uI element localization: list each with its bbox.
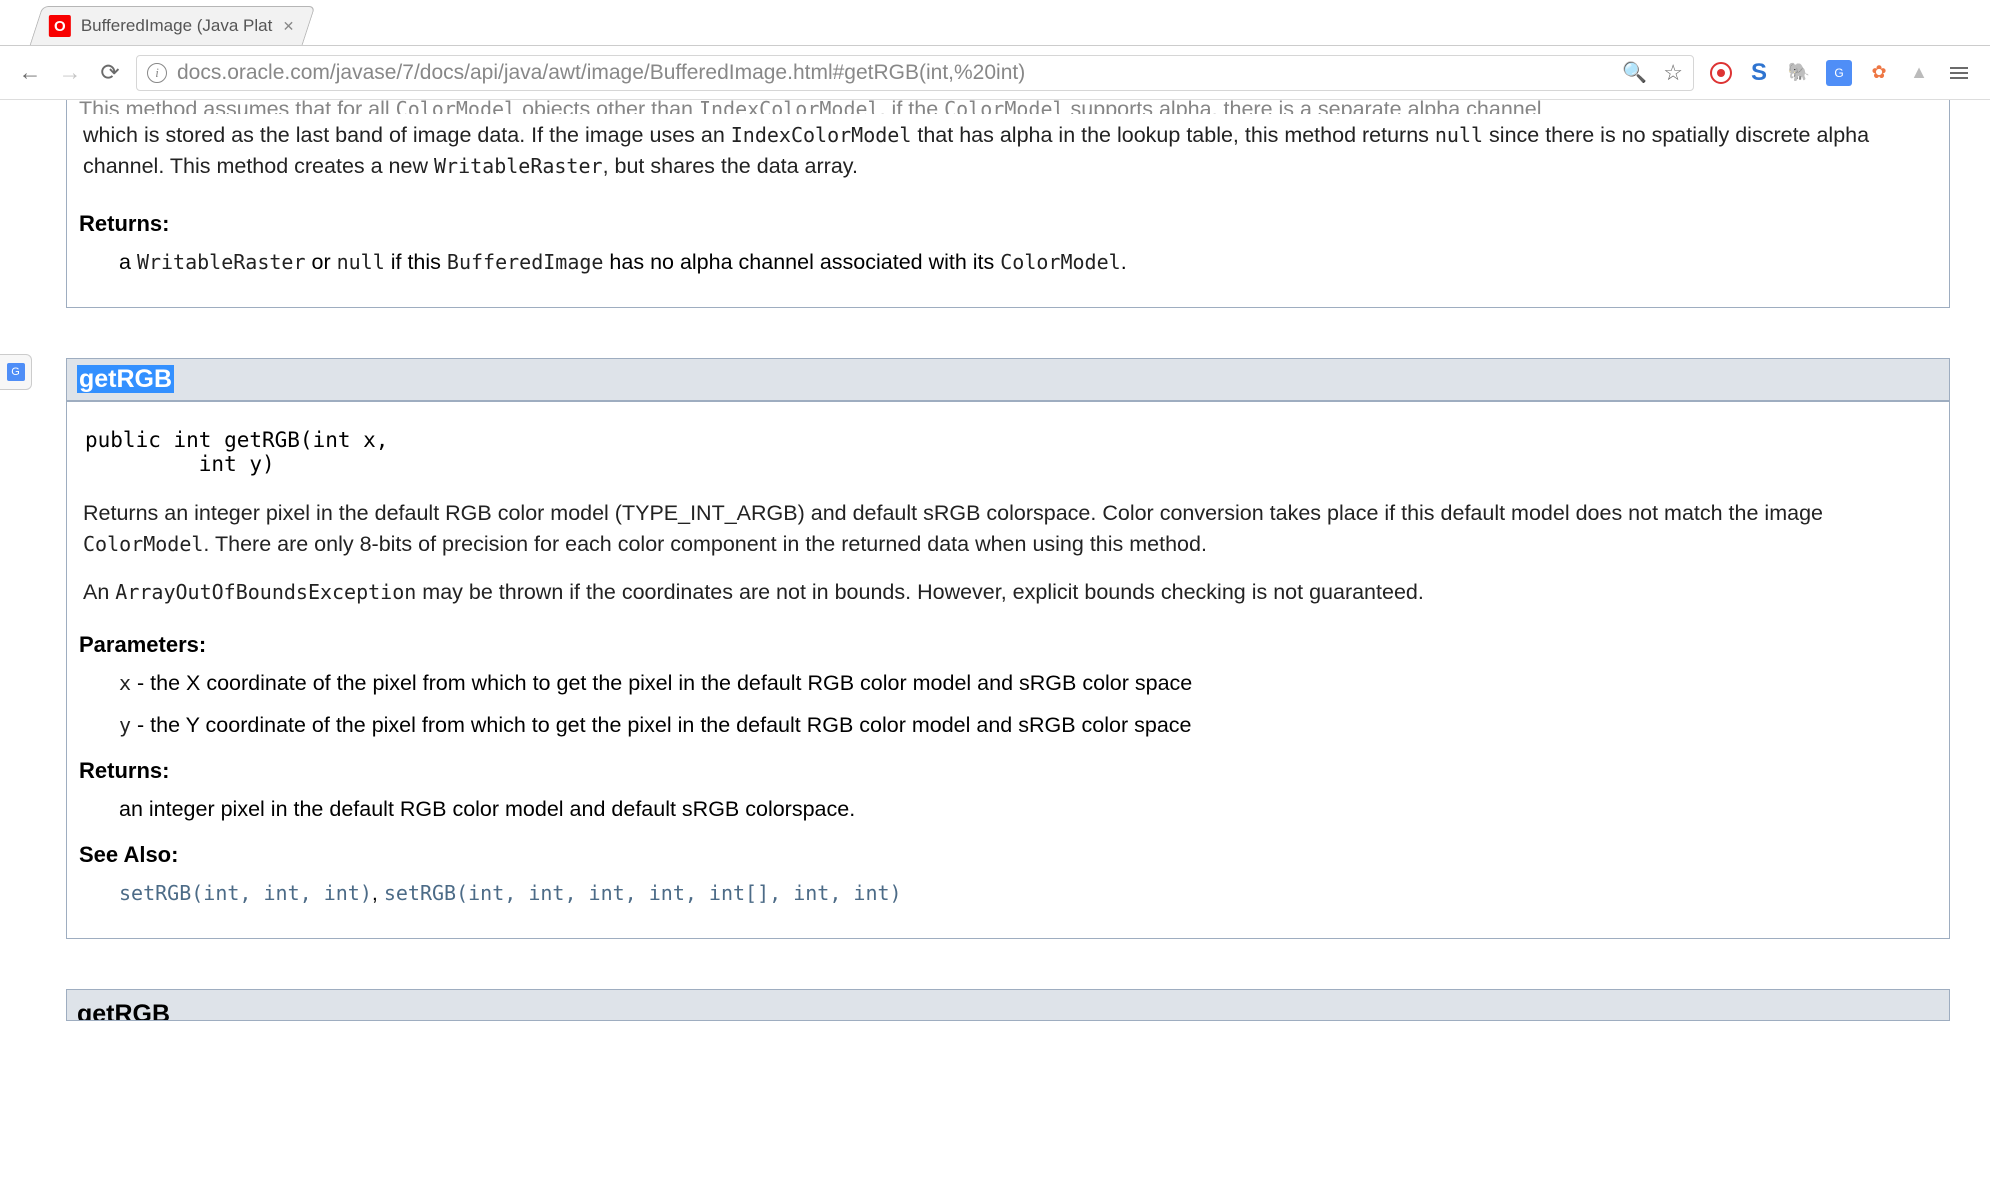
text: WritableRaster [434,154,603,178]
text: , but shares the data array. [603,154,858,178]
extension-icon-4[interactable]: G [1826,60,1852,86]
site-info-icon[interactable]: i [147,63,167,83]
close-icon[interactable]: ✕ [282,18,294,35]
extension-icon-6[interactable]: ▲ [1906,60,1932,86]
method-name: getRGB [77,365,174,393]
returns-text: a WritableRaster or null if this Buffere… [79,247,1937,289]
text: objects other than [516,97,699,114]
parameter-y: y - the Y coordinate of the pixel from w… [79,710,1937,752]
text: ColorModel [396,97,516,114]
returns-label: Returns: [79,205,1937,247]
text: which is stored as the last band of imag… [83,123,731,147]
text: that has alpha in the lookup table, this… [911,123,1435,147]
method-signature: public int getRGB(int x, int y) [79,410,1937,498]
method-block-getAlphaRaster: This method assumes that for all ColorMo… [66,100,1950,308]
seealso-label: See Also: [79,836,1937,878]
browser-chrome: O BufferedImage (Java Plat ✕ ← → ⟳ i doc… [0,0,1990,100]
text: This method assumes that for all [79,97,396,114]
bookmark-icon[interactable]: ☆ [1663,60,1683,86]
method-header-getRGB-overload: getRGB [66,989,1950,1021]
seealso-links: setRGB(int, int, int), setRGB(int, int, … [79,878,1937,920]
extension-icon-5[interactable]: ✿ [1866,60,1892,86]
reload-button[interactable]: ⟳ [96,59,124,86]
extension-icon-1[interactable] [1710,62,1732,84]
page-content: This method assumes that for all ColorMo… [0,100,1990,1021]
seealso-link-1[interactable]: setRGB(int, int, int) [119,881,372,905]
tab-title: BufferedImage (Java Plat [81,16,273,36]
method-header-getRGB: getRGB [66,358,1950,401]
text: IndexColorModel [699,97,880,114]
method-block-getRGB: public int getRGB(int x, int y) Returns … [66,401,1950,939]
text: , if the [880,97,945,114]
oracle-favicon: O [49,15,71,37]
side-translate-bubble[interactable]: G [0,354,32,390]
method-description-1: Returns an integer pixel in the default … [79,498,1937,577]
text: supports alpha, there is a separate alph… [1065,97,1542,114]
back-button[interactable]: ← [16,59,44,86]
forward-button[interactable]: → [56,59,84,86]
tab-strip: O BufferedImage (Java Plat ✕ [0,0,1990,46]
parameters-label: Parameters: [79,626,1937,668]
browser-tab[interactable]: O BufferedImage (Java Plat ✕ [30,6,316,45]
browser-menu-icon[interactable] [1944,63,1974,83]
parameter-x: x - the X coordinate of the pixel from w… [79,668,1937,710]
text: IndexColorModel [731,123,912,147]
text: null [1435,123,1483,147]
nav-bar: ← → ⟳ i docs.oracle.com/javase/7/docs/ap… [0,46,1990,100]
text: ColorModel [944,97,1064,114]
url-bar[interactable]: i docs.oracle.com/javase/7/docs/api/java… [136,55,1694,91]
extension-icon-2[interactable]: S [1746,60,1772,86]
extension-icons: S 🐘 G ✿ ▲ [1706,60,1932,86]
returns-text: an integer pixel in the default RGB colo… [79,794,1937,836]
returns-label: Returns: [79,752,1937,794]
zoom-icon[interactable]: 🔍 [1622,60,1647,85]
extension-icon-3[interactable]: 🐘 [1786,60,1812,86]
seealso-link-2[interactable]: setRGB(int, int, int, int, int[], int, i… [384,881,902,905]
translate-icon: G [7,363,25,381]
method-description-2: An ArrayOutOfBoundsException may be thro… [79,577,1937,626]
url-text: docs.oracle.com/javase/7/docs/api/java/a… [177,61,1025,85]
